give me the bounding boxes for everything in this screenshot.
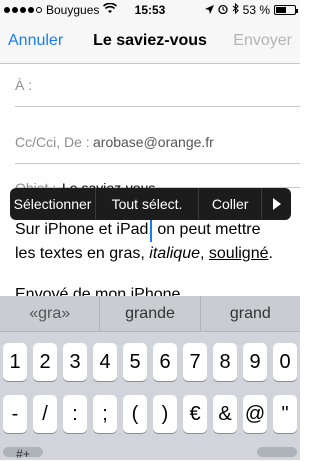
body-italic-text: italique: [149, 245, 200, 262]
key-6[interactable]: 6: [153, 343, 177, 381]
triangle-right-icon: [272, 198, 281, 210]
keyboard: «gra» grande grand 1 2 3 4 5 6 7 8 9 0 -…: [0, 296, 300, 461]
key-close-paren[interactable]: ): [153, 395, 177, 433]
more-menu-button[interactable]: [262, 188, 291, 220]
suggestion-2[interactable]: grande: [100, 296, 201, 331]
key-semicolon[interactable]: ;: [93, 395, 117, 433]
key-open-paren[interactable]: (: [123, 395, 147, 433]
battery-percent: 53 %: [242, 3, 270, 17]
suggestion-bar: «gra» grande grand: [0, 296, 300, 332]
key-4[interactable]: 4: [93, 343, 117, 381]
key-dash[interactable]: -: [3, 395, 27, 433]
key-5[interactable]: 5: [123, 343, 147, 381]
battery-icon: [274, 5, 298, 15]
body-line-1: Sur iPhone et iPad, on peut mettre: [15, 221, 261, 238]
key-colon[interactable]: :: [63, 395, 87, 433]
key-slash[interactable]: /: [33, 395, 57, 433]
to-field[interactable]: À :: [15, 64, 300, 107]
select-all-menu-item[interactable]: Tout sélect.: [96, 188, 199, 220]
body-line-2-end: .: [268, 245, 273, 262]
key-quote[interactable]: ": [273, 395, 297, 433]
body-line-2-plain: les textes en gras,: [15, 245, 150, 262]
key-8[interactable]: 8: [213, 343, 237, 381]
status-bar: Bouygues 15:53 53 %: [0, 0, 300, 20]
body-underline-text: souligné: [208, 245, 269, 262]
key-3[interactable]: 3: [63, 343, 87, 381]
from-value: arobase@orange.fr: [93, 134, 214, 150]
key-2[interactable]: 2: [33, 343, 57, 381]
key-ampersand[interactable]: &: [213, 395, 237, 433]
cc-from-label: Cc/Cci, De :: [15, 134, 90, 150]
alarm-icon: [217, 3, 228, 17]
subject-field[interactable]: Objet : Le saviez-vous: [15, 164, 300, 196]
send-button[interactable]: Envoyer: [233, 32, 292, 50]
key-1[interactable]: 1: [3, 343, 27, 381]
paste-menu-item[interactable]: Coller: [199, 188, 263, 220]
key-at[interactable]: @: [243, 395, 267, 433]
message-body[interactable]: Sur iPhone et iPad, on peut mettre les t…: [15, 218, 290, 266]
edit-popup-menu: Sélectionner Tout sélect. Coller: [10, 188, 291, 220]
key-more-symbols[interactable]: #+: [3, 447, 43, 461]
select-menu-item[interactable]: Sélectionner: [10, 188, 97, 220]
body-line-2-sep: ,: [200, 245, 209, 262]
bluetooth-icon: [232, 2, 239, 17]
battery-fill: [276, 7, 286, 13]
cc-from-field[interactable]: Cc/Cci, De : arobase@orange.fr: [15, 121, 300, 164]
to-label: À :: [15, 77, 33, 93]
status-right: 53 %: [204, 2, 298, 17]
key-euro[interactable]: €: [183, 395, 207, 433]
compose-navbar: Annuler Le saviez-vous Envoyer: [0, 20, 300, 64]
key-9[interactable]: 9: [243, 343, 267, 381]
key-7[interactable]: 7: [183, 343, 207, 381]
suggestion-3[interactable]: grand: [201, 296, 300, 331]
location-icon: [204, 3, 214, 17]
suggestion-1[interactable]: «gra»: [0, 296, 101, 331]
body-line-2: les textes en gras, italique, souligné.: [15, 242, 290, 266]
key-0[interactable]: 0: [273, 343, 297, 381]
backspace-key[interactable]: [257, 447, 297, 457]
